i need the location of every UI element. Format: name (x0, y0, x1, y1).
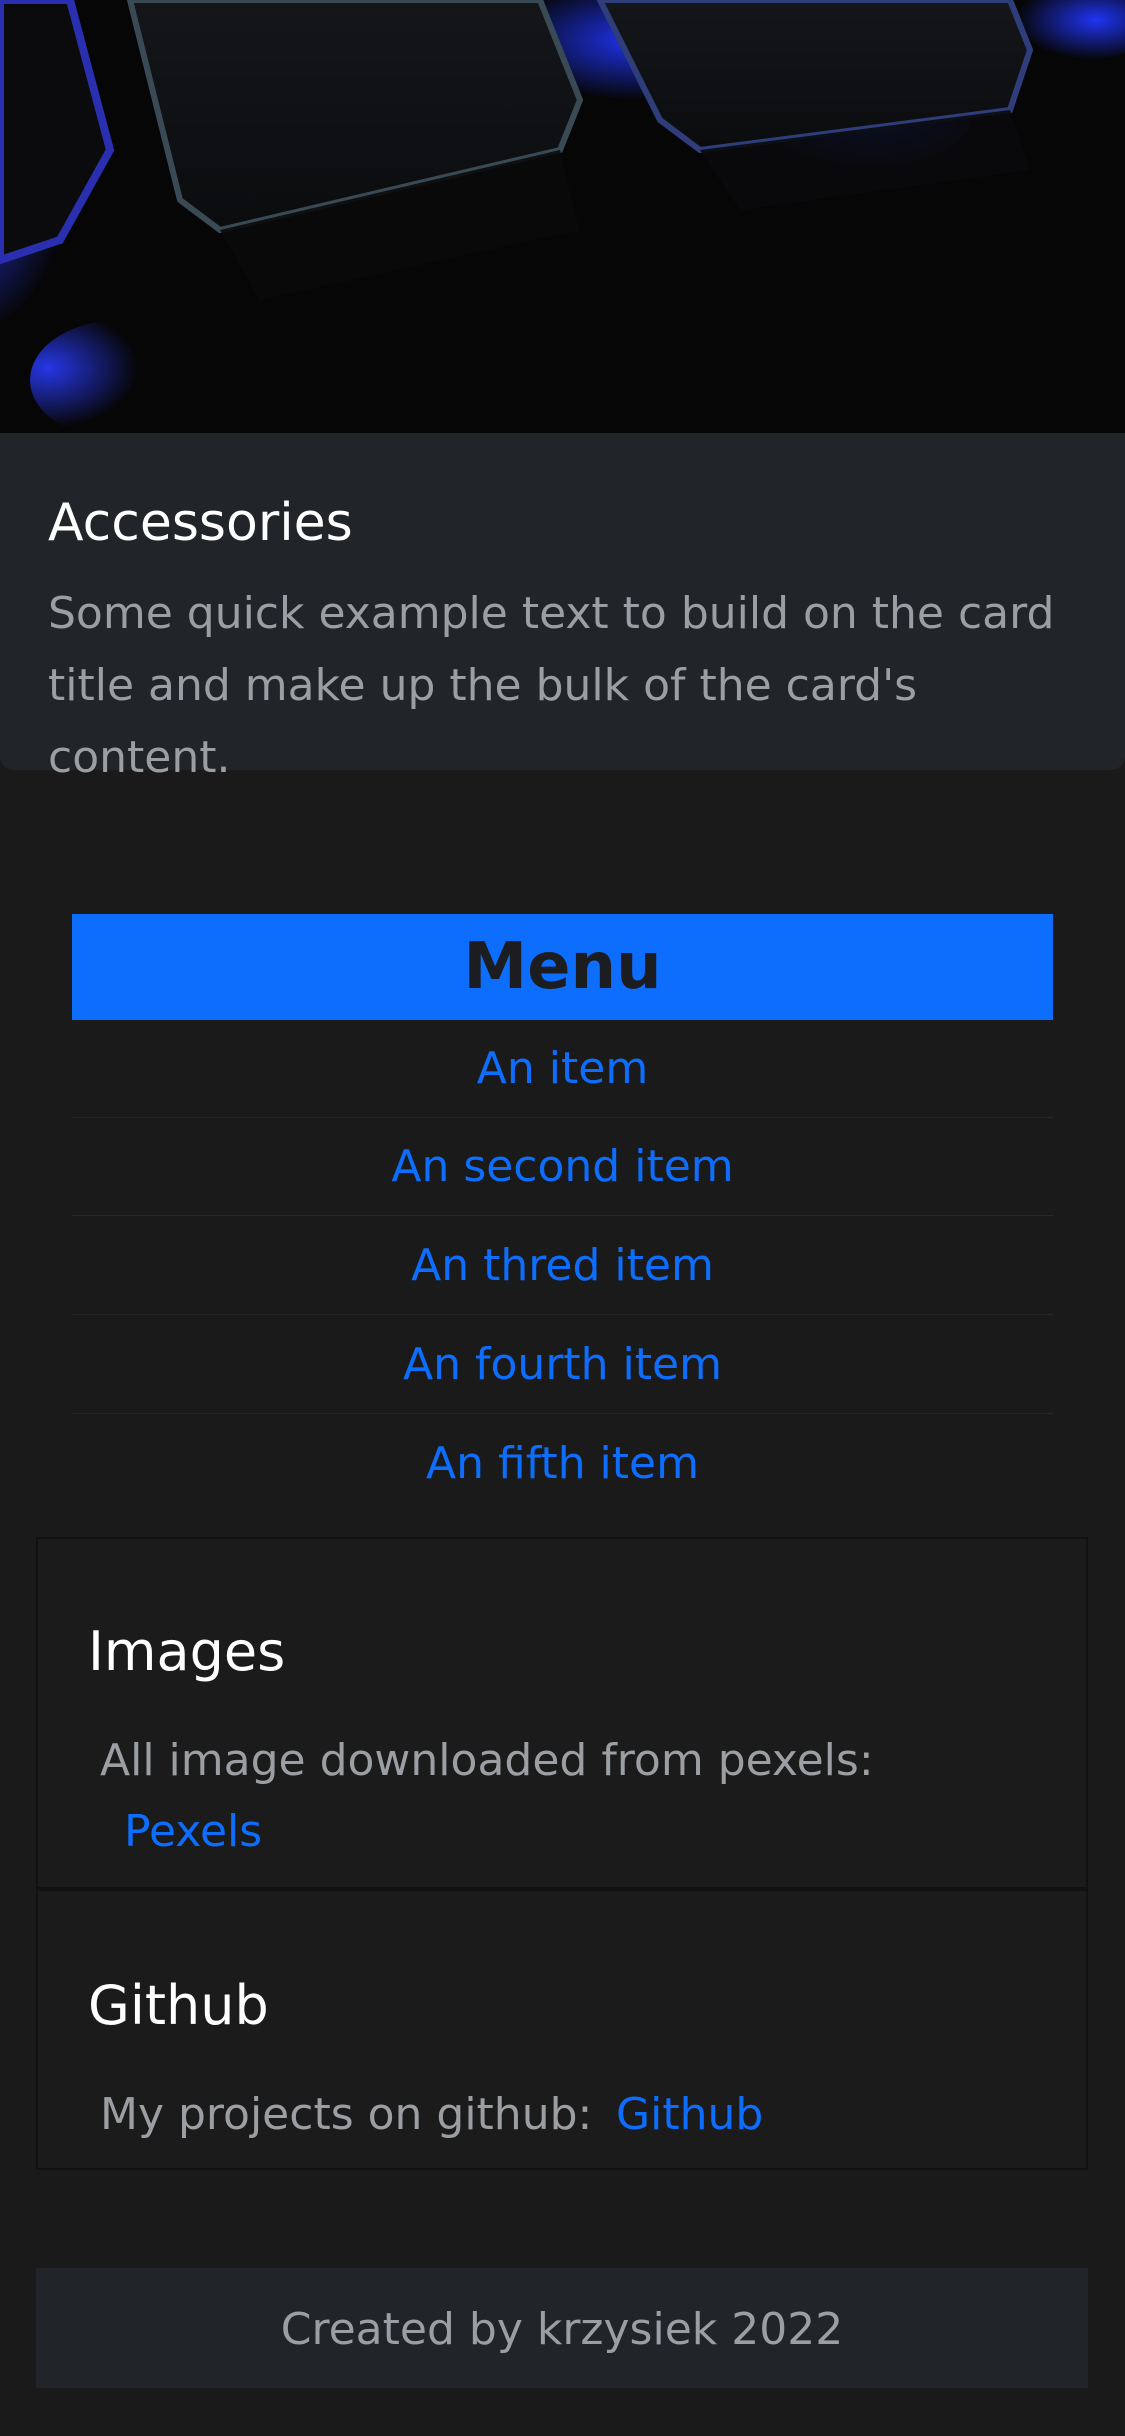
menu-item[interactable]: An fourth item (72, 1316, 1053, 1414)
footer: Created by krzysiek 2022 (36, 2268, 1088, 2388)
images-section: Images All image downloaded from pexels:… (36, 1537, 1088, 1889)
menu-header: Menu (72, 914, 1053, 1020)
hero-keyboard-image (0, 0, 1125, 433)
card-title: Accessories (48, 493, 353, 553)
pexels-link[interactable]: Pexels (124, 1797, 262, 1867)
images-section-text: All image downloaded from pexels: (100, 1735, 874, 1786)
menu-item[interactable]: An second item (72, 1118, 1053, 1216)
card-text: Some quick example text to build on the … (48, 588, 1055, 783)
github-section-title: Github (88, 1974, 269, 2037)
menu-item[interactable]: An fifth item (72, 1415, 1053, 1513)
menu-item[interactable]: An thred item (72, 1217, 1053, 1315)
menu-item[interactable]: An item (72, 1020, 1053, 1118)
github-link[interactable]: Github (616, 2080, 763, 2150)
github-section: Github My projects on github: Github (36, 1889, 1088, 2170)
github-section-text: My projects on github: (100, 2089, 593, 2140)
images-section-title: Images (88, 1620, 286, 1683)
